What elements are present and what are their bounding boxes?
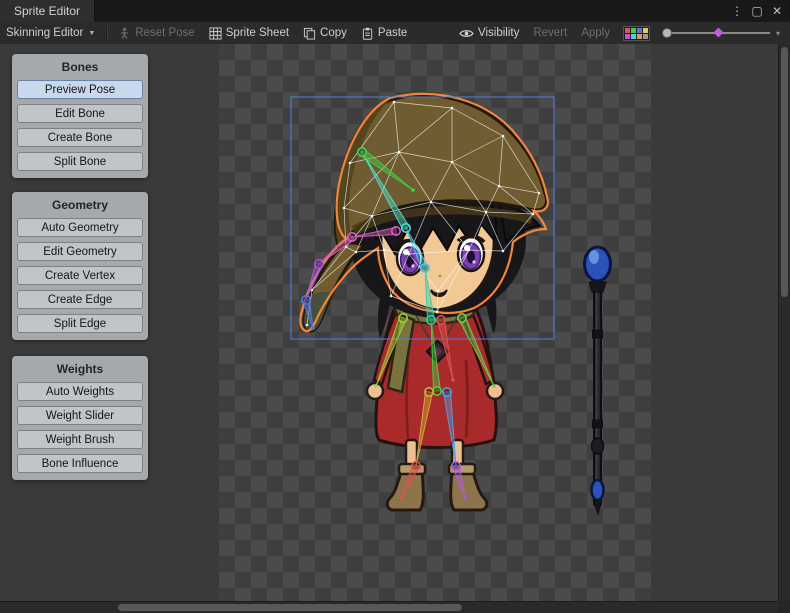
right-eye — [458, 237, 484, 271]
canvas-area: Bones Preview Pose Edit Bone Create Bone… — [0, 44, 790, 601]
toolbar-separator — [106, 26, 108, 40]
auto-geometry-button[interactable]: Auto Geometry — [17, 218, 143, 237]
vertical-scrollbar[interactable] — [778, 44, 790, 601]
split-edge-button[interactable]: Split Edge — [17, 314, 143, 333]
palette-color-cell — [637, 34, 642, 39]
palette-color-cell — [625, 34, 630, 39]
window-title: Sprite Editor — [14, 4, 80, 18]
character-body — [367, 296, 503, 510]
window-controls: ⋮ ▢ ✕ — [728, 0, 786, 22]
edit-geometry-button[interactable]: Edit Geometry — [17, 242, 143, 261]
toolbar-overflow-icon[interactable]: ▾ — [772, 29, 784, 38]
edit-bone-button[interactable]: Edit Bone — [17, 104, 143, 123]
palette-color-cell — [643, 28, 648, 33]
vertical-scrollbar-thumb[interactable] — [781, 47, 788, 297]
palette-color-cell — [637, 28, 642, 33]
paste-icon — [361, 27, 374, 40]
staff-gem — [592, 480, 604, 500]
palette-color-cell — [631, 34, 636, 39]
apply-button[interactable]: Apply — [574, 22, 617, 44]
create-bone-button[interactable]: Create Bone — [17, 128, 143, 147]
palette-color-cell — [643, 34, 648, 39]
panel-geometry-title: Geometry — [12, 198, 148, 212]
reset-pose-icon — [118, 27, 131, 40]
weight-brush-button[interactable]: Weight Brush — [17, 430, 143, 449]
chevron-down-icon: ▼ — [88, 30, 95, 37]
slider-knob[interactable] — [662, 28, 672, 38]
copy-button[interactable]: Copy — [296, 22, 354, 44]
horizontal-scrollbar[interactable] — [0, 601, 778, 613]
sprite-sheet-icon — [209, 27, 222, 40]
panel-weights: Weights Auto Weights Weight Slider Weigh… — [12, 356, 148, 480]
panel-bones-title: Bones — [12, 60, 148, 74]
bone-influence-button[interactable]: Bone Influence — [17, 454, 143, 473]
create-edge-button[interactable]: Create Edge — [17, 290, 143, 309]
create-vertex-button[interactable]: Create Vertex — [17, 266, 143, 285]
titlebar: Sprite Editor ⋮ ▢ ✕ — [0, 0, 790, 22]
revert-button[interactable]: Revert — [526, 22, 574, 44]
copy-icon — [303, 27, 316, 40]
scrollbar-corner — [778, 601, 790, 613]
weight-slider-button[interactable]: Weight Slider — [17, 406, 143, 425]
panel-weights-title: Weights — [12, 362, 148, 376]
sprite-editor-window: Sprite Editor ⋮ ▢ ✕ Skinning Editor ▼ Re… — [0, 0, 790, 613]
staff-sprite — [585, 247, 611, 514]
paste-button[interactable]: Paste — [354, 22, 414, 44]
bone-color-palette-icon[interactable] — [623, 26, 650, 41]
panel-bones: Bones Preview Pose Edit Bone Create Bone… — [12, 54, 148, 178]
window-close-button[interactable]: ✕ — [768, 2, 786, 20]
window-maximize-button[interactable]: ▢ — [748, 2, 766, 20]
slider-marker — [714, 28, 724, 38]
toolbar: Skinning Editor ▼ Reset Pose Sprite Shee… — [0, 22, 790, 45]
mode-dropdown[interactable]: Skinning Editor ▼ — [0, 22, 103, 44]
horizontal-scrollbar-thumb[interactable] — [118, 604, 462, 611]
sprite-sheet-button[interactable]: Sprite Sheet — [202, 22, 296, 44]
panel-geometry: Geometry Auto Geometry Edit Geometry Cre… — [12, 192, 148, 340]
toolbar-right-group: Visibility Revert Apply ▾ — [452, 22, 790, 44]
tab-sprite-editor[interactable]: Sprite Editor — [0, 0, 95, 22]
split-bone-button[interactable]: Split Bone — [17, 152, 143, 171]
palette-color-cell — [625, 28, 630, 33]
window-menu-button[interactable]: ⋮ — [728, 2, 746, 20]
eye-icon — [459, 28, 474, 39]
reset-pose-button[interactable]: Reset Pose — [111, 22, 201, 44]
mode-dropdown-label: Skinning Editor — [6, 27, 83, 39]
palette-color-cell — [631, 28, 636, 33]
opacity-slider[interactable] — [660, 22, 772, 44]
visibility-button[interactable]: Visibility — [452, 22, 526, 44]
auto-weights-button[interactable]: Auto Weights — [17, 382, 143, 401]
preview-pose-button[interactable]: Preview Pose — [17, 80, 143, 99]
